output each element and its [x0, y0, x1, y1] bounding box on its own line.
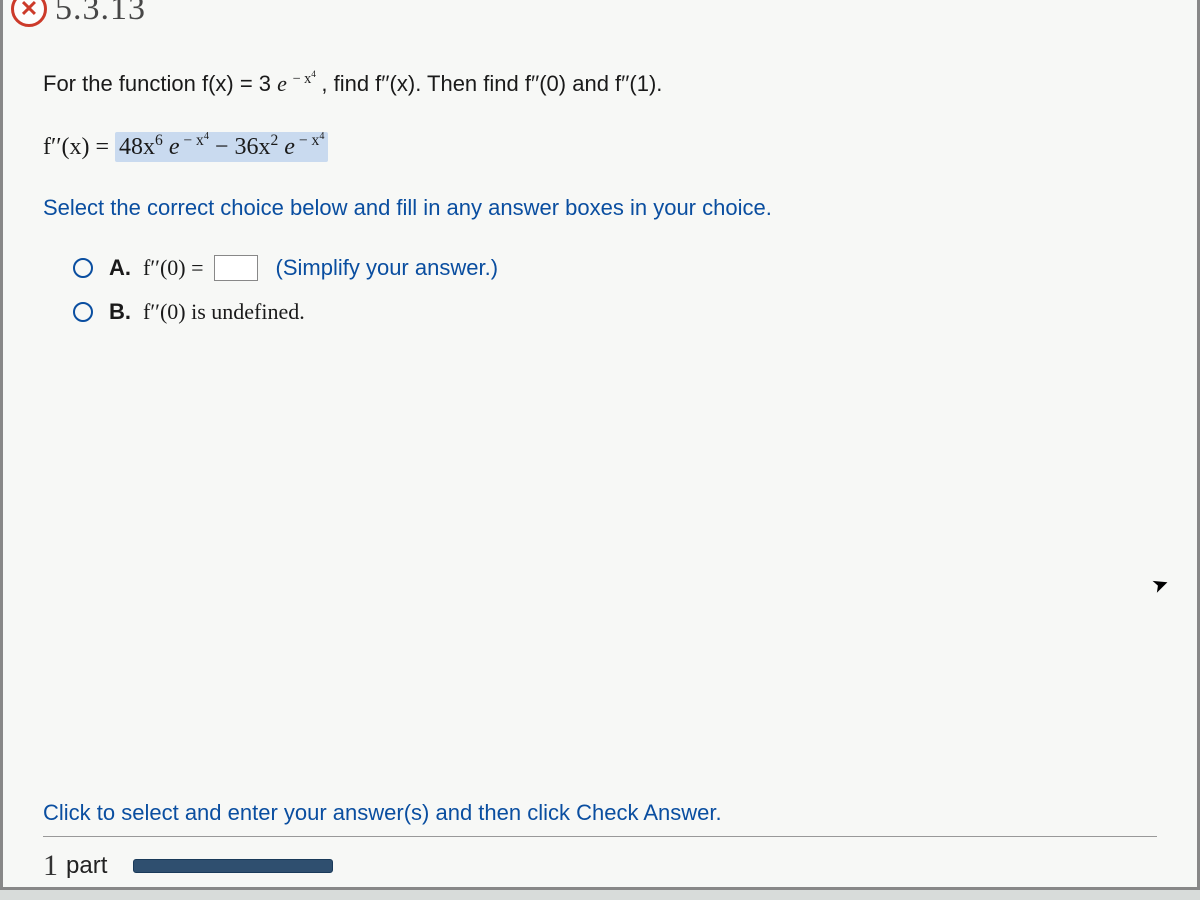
choice-b-row[interactable]: B. f′′(0) is undefined.	[73, 299, 1157, 325]
choice-b-text: f′′(0) is undefined.	[143, 299, 305, 325]
choice-a-hint: (Simplify your answer.)	[276, 255, 499, 281]
derivative-line: f′′(x) = 48x6 e − x4 − 36x2 e − x4	[43, 129, 1157, 165]
close-button[interactable]: ✕	[11, 0, 47, 27]
deriv-lhs: f′′(x) =	[43, 134, 115, 160]
deriv-answer-highlight: 48x6 e − x4 − 36x2 e − x4	[115, 132, 328, 162]
progress-bar	[133, 859, 333, 873]
parts-remaining: 1 part	[43, 849, 333, 883]
section-number: 5.3.13	[55, 0, 146, 28]
choice-b-letter: B.	[109, 299, 131, 325]
choice-b-radio[interactable]	[73, 302, 93, 322]
choice-a-row[interactable]: A. f′′(0) = (Simplify your answer.)	[73, 255, 1157, 281]
cursor-icon: ➤	[1148, 570, 1172, 599]
choice-a-letter: A.	[109, 255, 131, 281]
choice-a-radio[interactable]	[73, 258, 93, 278]
question-text: For the function f(x) = 3 e − x4 , find …	[43, 66, 1157, 101]
choice-instruction: Select the correct choice below and fill…	[43, 195, 1157, 221]
parts-number: 1	[43, 849, 58, 883]
footer-instruction: Click to select and enter your answer(s)…	[43, 800, 1157, 837]
parts-label: part	[66, 852, 107, 880]
choice-group: A. f′′(0) = (Simplify your answer.) B. f…	[43, 255, 1157, 325]
question-lead: For the function f(x) = 3	[43, 71, 271, 96]
choice-a-text: f′′(0) =	[143, 255, 204, 281]
question-exp: e − x4	[277, 71, 321, 96]
close-icon: ✕	[20, 0, 38, 20]
choice-a-answer-input[interactable]	[214, 255, 258, 281]
question-tail: , find f′′(x). Then find f′′(0) and f′′(…	[321, 71, 662, 96]
